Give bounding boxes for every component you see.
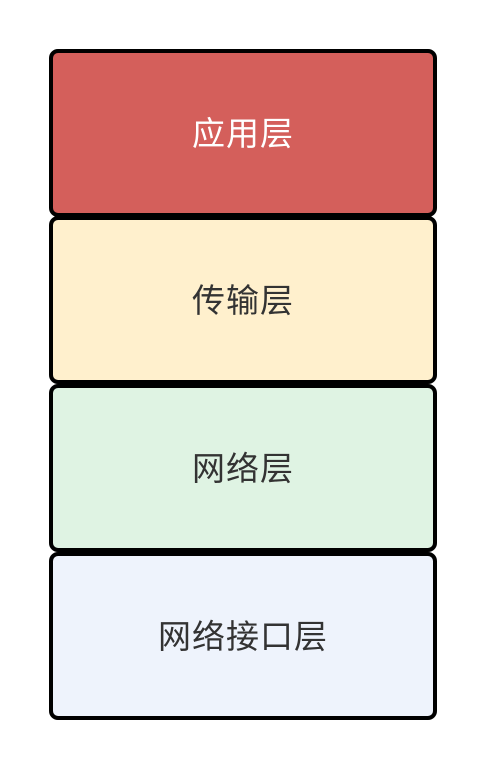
network-interface-layer-label: 网络接口层 <box>158 616 328 656</box>
transport-layer-label: 传输层 <box>192 280 294 320</box>
transport-layer-box: 传输层 <box>49 216 437 384</box>
application-layer-box: 应用层 <box>49 49 437 217</box>
network-layer-box: 网络层 <box>49 384 437 552</box>
application-layer-label: 应用层 <box>192 113 294 153</box>
network-interface-layer-box: 网络接口层 <box>49 552 437 720</box>
network-layer-label: 网络层 <box>192 448 294 488</box>
